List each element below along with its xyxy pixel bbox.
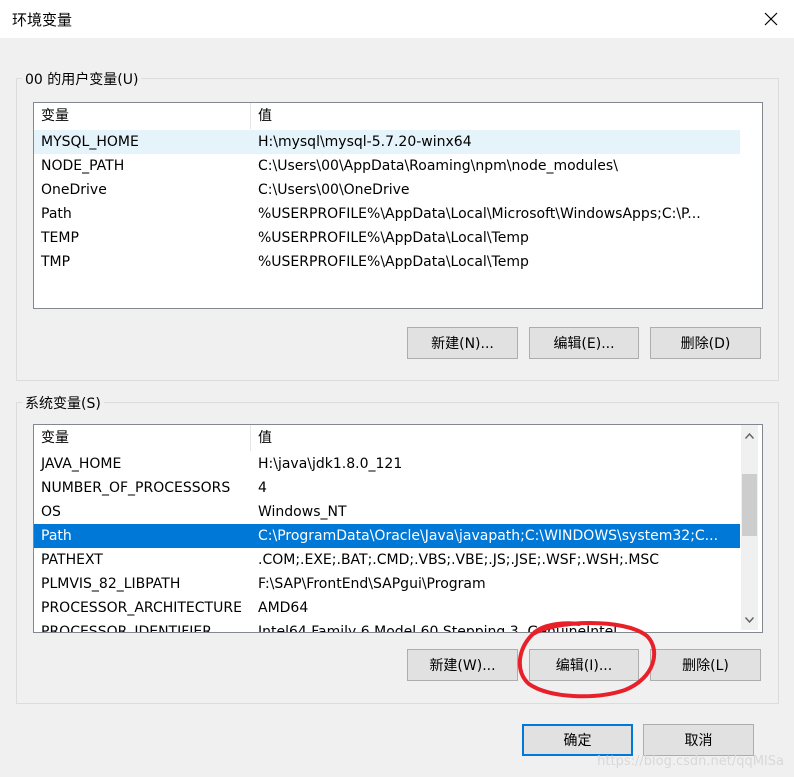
system-var-row[interactable]: PLMVIS_82_LIBPATH F:\SAP\FrontEnd\SAPgui…	[34, 572, 740, 596]
system-var-row[interactable]: OS Windows_NT	[34, 500, 740, 524]
user-var-row[interactable]: TMP %USERPROFILE%\AppData\Local\Temp	[34, 250, 740, 274]
system-new-button[interactable]: 新建(W)...	[407, 649, 518, 681]
user-variables-list[interactable]: 变量 值 MYSQL_HOME H:\mysql\mysql-5.7.20-wi…	[33, 102, 763, 309]
scroll-up-arrow-icon	[745, 432, 754, 439]
column-header-name[interactable]: 变量	[34, 103, 251, 129]
user-var-row[interactable]: Path %USERPROFILE%\AppData\Local\Microso…	[34, 202, 740, 226]
var-name: PLMVIS_82_LIBPATH	[41, 576, 181, 592]
system-edit-button[interactable]: 编辑(I)...	[529, 649, 639, 681]
title-bar: 环境变量	[0, 0, 794, 38]
var-value: F:\SAP\FrontEnd\SAPgui\Program	[258, 576, 486, 592]
close-button[interactable]	[748, 0, 794, 38]
column-header-value[interactable]: 值	[251, 103, 272, 129]
system-var-row[interactable]: PROCESSOR_ARCHITECTURE AMD64	[34, 596, 740, 620]
var-name: PROCESSOR_ARCHITECTURE	[41, 600, 242, 616]
scroll-down-arrow-icon	[745, 616, 754, 623]
var-name: OneDrive	[41, 182, 107, 198]
var-name: TMP	[41, 254, 71, 270]
system-var-row[interactable]: PROCESSOR_IDENTIFIER Intel64 Family 6 Mo…	[34, 620, 740, 633]
var-value: 4	[258, 480, 267, 496]
list-header: 变量 值	[34, 103, 762, 129]
var-value: C:\ProgramData\Oracle\Java\javapath;C:\W…	[258, 528, 719, 544]
vertical-scrollbar[interactable]	[741, 425, 758, 630]
var-name: OS	[41, 504, 61, 520]
user-variables-label: 00 的用户变量(U)	[22, 69, 142, 89]
var-value: C:\Users\00\OneDrive	[258, 182, 410, 198]
var-name: MYSQL_HOME	[41, 134, 139, 150]
ok-button[interactable]: 确定	[522, 724, 633, 756]
var-value: %USERPROFILE%\AppData\Local\Microsoft\Wi…	[258, 206, 701, 222]
column-header-value[interactable]: 值	[251, 425, 272, 451]
user-var-row[interactable]: MYSQL_HOME H:\mysql\mysql-5.7.20-winx64	[34, 130, 740, 154]
var-value: .COM;.EXE;.BAT;.CMD;.VBS;.VBE;.JS;.JSE;.…	[258, 552, 660, 568]
user-var-row[interactable]: OneDrive C:\Users\00\OneDrive	[34, 178, 740, 202]
var-name: NUMBER_OF_PROCESSORS	[41, 480, 231, 496]
user-var-row[interactable]: TEMP %USERPROFILE%\AppData\Local\Temp	[34, 226, 740, 250]
var-name: NODE_PATH	[41, 158, 125, 174]
user-delete-button[interactable]: 删除(D)	[650, 327, 761, 359]
system-var-row[interactable]: PATHEXT .COM;.EXE;.BAT;.CMD;.VBS;.VBE;.J…	[34, 548, 740, 572]
scroll-up-button[interactable]	[741, 427, 758, 444]
var-value: %USERPROFILE%\AppData\Local\Temp	[258, 230, 529, 246]
var-value: H:\mysql\mysql-5.7.20-winx64	[258, 134, 472, 150]
system-var-row-selected[interactable]: Path C:\ProgramData\Oracle\Java\javapath…	[34, 524, 740, 548]
column-header-name[interactable]: 变量	[34, 425, 251, 451]
list-header: 变量 值	[34, 425, 762, 451]
scrollbar-thumb[interactable]	[742, 474, 757, 536]
var-value: C:\Users\00\AppData\Roaming\npm\node_mod…	[258, 158, 618, 174]
var-name: Path	[41, 528, 72, 544]
system-variables-list[interactable]: 变量 值 JAVA_HOME H:\java\jdk1.8.0_121 NUMB…	[33, 424, 763, 633]
cancel-button[interactable]: 取消	[643, 724, 754, 756]
system-var-row[interactable]: JAVA_HOME H:\java\jdk1.8.0_121	[34, 452, 740, 476]
var-value: %USERPROFILE%\AppData\Local\Temp	[258, 254, 529, 270]
window-title: 环境变量	[12, 11, 73, 29]
system-variables-label: 系统变量(S)	[22, 393, 104, 413]
var-name: TEMP	[41, 230, 79, 246]
close-icon	[764, 12, 778, 26]
var-value: Intel64 Family 6 Model 60 Stepping 3, Ge…	[258, 624, 618, 633]
var-name: PATHEXT	[41, 552, 103, 568]
var-name: Path	[41, 206, 72, 222]
var-name: JAVA_HOME	[41, 456, 122, 472]
system-var-row[interactable]: NUMBER_OF_PROCESSORS 4	[34, 476, 740, 500]
system-delete-button[interactable]: 删除(L)	[650, 649, 761, 681]
var-value: AMD64	[258, 600, 309, 616]
var-value: Windows_NT	[258, 504, 347, 520]
scroll-down-button[interactable]	[741, 611, 758, 628]
var-name: PROCESSOR_IDENTIFIER	[41, 624, 212, 633]
watermark: https://blog.csdn.net/qqMISa	[597, 754, 784, 769]
user-edit-button[interactable]: 编辑(E)...	[529, 327, 639, 359]
user-new-button[interactable]: 新建(N)...	[407, 327, 518, 359]
user-var-row[interactable]: NODE_PATH C:\Users\00\AppData\Roaming\np…	[34, 154, 740, 178]
var-value: H:\java\jdk1.8.0_121	[258, 456, 403, 472]
